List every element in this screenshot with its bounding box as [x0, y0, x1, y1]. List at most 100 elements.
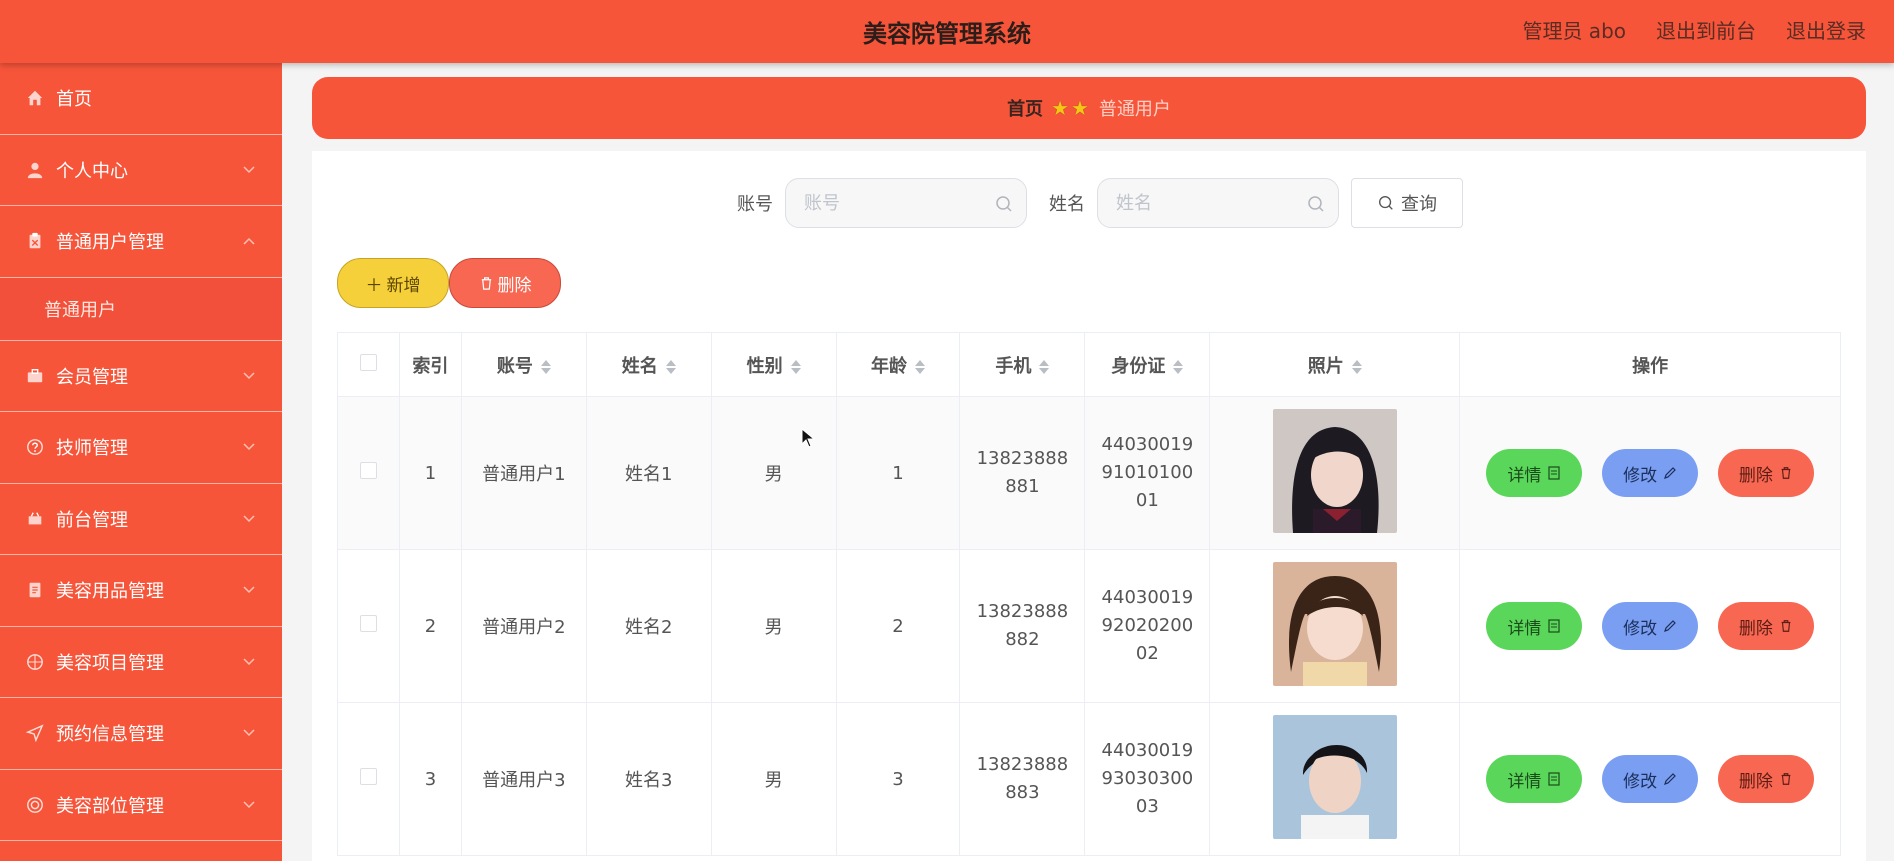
- sort-icon[interactable]: [540, 359, 551, 375]
- chevron-down-icon: [243, 165, 255, 173]
- detail-button-label: 详情: [1507, 771, 1542, 792]
- header-actions: 操作: [1459, 332, 1841, 397]
- edit-button-label: 修改: [1623, 771, 1658, 792]
- toolbar: ＋ 新增 删除: [337, 258, 561, 308]
- delete-button[interactable]: 删除: [1717, 755, 1814, 803]
- sidebar-item-appointment-management[interactable]: 预约信息管理: [0, 698, 282, 770]
- sidebar-item-body-parts-management[interactable]: 美容部位管理: [0, 770, 282, 841]
- sidebar-item-user-management[interactable]: 普通用户管理: [0, 206, 282, 278]
- user-photo[interactable]: [1272, 714, 1397, 839]
- header-phone[interactable]: 手机: [959, 332, 1086, 397]
- row-checkbox[interactable]: [359, 462, 377, 479]
- cart-icon: [24, 508, 46, 530]
- sort-icon[interactable]: [665, 359, 676, 375]
- account-search-input[interactable]: [786, 179, 1026, 227]
- sidebar-item-label: 会员管理: [56, 366, 128, 388]
- sort-icon[interactable]: [1039, 359, 1050, 375]
- sort-icon[interactable]: [790, 359, 801, 375]
- breadcrumb-home[interactable]: 首页: [1007, 95, 1043, 121]
- help-circle-icon: [24, 436, 46, 458]
- admin-user-label: 管理员 abo: [1522, 19, 1626, 43]
- detail-button[interactable]: 详情: [1486, 755, 1583, 803]
- detail-button[interactable]: 详情: [1486, 602, 1583, 650]
- sidebar-item-member-management[interactable]: 会员管理: [0, 341, 282, 412]
- select-cell: [337, 549, 400, 703]
- phone-value: 13823888881: [976, 448, 1069, 497]
- select-all-checkbox[interactable]: [359, 353, 377, 371]
- id-card-value: 440300199101010001: [1101, 434, 1194, 511]
- detail-button-label: 详情: [1507, 618, 1542, 639]
- sidebar-subitem-regular-users[interactable]: 普通用户: [0, 277, 282, 341]
- add-button-label: 新增: [386, 275, 421, 296]
- sidebar-item-label: 美容项目管理: [56, 652, 164, 674]
- sidebar-item-personal-center[interactable]: 个人中心: [0, 135, 282, 206]
- delete-button[interactable]: 删除: [1717, 449, 1814, 497]
- plus-icon: ＋: [365, 275, 383, 296]
- exit-to-front-link[interactable]: 退出到前台: [1656, 15, 1756, 44]
- select-cell: [337, 702, 400, 856]
- sidebar-item-beauty-products-management[interactable]: 美容用品管理: [0, 555, 282, 627]
- edit-button[interactable]: 修改: [1602, 755, 1699, 803]
- chevron-up-icon: [243, 237, 255, 245]
- age-cell: 1: [835, 396, 961, 550]
- pencil-icon: [1664, 620, 1676, 632]
- chevron-down-icon: [243, 729, 255, 737]
- sidebar-item-beauty-projects-management[interactable]: 美容项目管理: [0, 627, 282, 698]
- pencil-icon: [1664, 467, 1676, 479]
- top-nav: 管理员 abo 退出到前台 退出登录: [1522, 15, 1866, 44]
- header-name[interactable]: 姓名: [585, 332, 712, 397]
- sort-icon[interactable]: [914, 359, 925, 375]
- sidebar-item-technician-management[interactable]: 技师管理: [0, 412, 282, 484]
- row-checkbox[interactable]: [359, 615, 377, 632]
- id-card-value: 440300199303030003: [1101, 740, 1194, 817]
- content-panel: 账号 姓名 查询 ＋ 新增 删除: [312, 151, 1866, 861]
- chevron-down-icon: [243, 514, 255, 522]
- chevron-down-icon: [243, 800, 255, 808]
- detail-button-label: 详情: [1507, 465, 1542, 486]
- chevron-down-icon: [243, 657, 255, 665]
- batch-delete-button[interactable]: 删除: [449, 258, 561, 308]
- id-card-cell: 440300199202020002: [1084, 549, 1211, 703]
- sidebar-item-label: 预约信息管理: [56, 724, 164, 746]
- sidebar-subitem-label: 普通用户: [44, 299, 116, 321]
- sidebar-item-home[interactable]: 首页: [0, 63, 282, 135]
- gender-cell: 男: [710, 396, 837, 550]
- edit-button[interactable]: 修改: [1602, 449, 1699, 497]
- edit-button[interactable]: 修改: [1602, 602, 1699, 650]
- sort-icon[interactable]: [1351, 359, 1362, 375]
- sidebar-item-label: 普通用户管理: [56, 232, 164, 254]
- header-photo[interactable]: 照片: [1209, 332, 1461, 397]
- main-content: 首页 ★★ 普通用户 账号 姓名 查询 ＋ 新增: [282, 63, 1894, 861]
- briefcase-icon: [24, 365, 46, 387]
- detail-button[interactable]: 详情: [1486, 449, 1583, 497]
- document-icon: [1548, 619, 1560, 633]
- sidebar-item-label: 前台管理: [56, 509, 128, 531]
- header-gender[interactable]: 性别: [710, 332, 837, 397]
- id-card-cell: 440300199303030003: [1084, 702, 1211, 856]
- user-icon: [24, 159, 46, 181]
- user-photo[interactable]: [1272, 408, 1397, 533]
- header-id-card[interactable]: 身份证: [1084, 332, 1211, 397]
- chevron-down-icon: [243, 443, 255, 451]
- trash-icon: [1781, 467, 1791, 479]
- account-cell: 普通用户2: [460, 549, 587, 703]
- header-label: 姓名: [621, 355, 658, 377]
- age-cell: 2: [835, 549, 961, 703]
- account-cell: 普通用户3: [460, 702, 587, 856]
- header-age[interactable]: 年龄: [835, 332, 961, 397]
- query-button[interactable]: 查询: [1351, 178, 1463, 228]
- user-photo[interactable]: [1272, 561, 1397, 686]
- index-cell: 2: [398, 549, 462, 703]
- delete-button[interactable]: 删除: [1717, 602, 1814, 650]
- header-label: 照片: [1307, 355, 1344, 377]
- name-search-input[interactable]: [1098, 179, 1338, 227]
- sort-icon[interactable]: [1173, 359, 1184, 375]
- header-account[interactable]: 账号: [460, 332, 587, 397]
- select-cell: [337, 396, 400, 550]
- logout-link[interactable]: 退出登录: [1786, 15, 1866, 44]
- add-button[interactable]: ＋ 新增: [337, 258, 449, 308]
- sidebar-item-front-desk-management[interactable]: 前台管理: [0, 484, 282, 555]
- actions-cell: 详情 修改 删除: [1459, 396, 1841, 550]
- sidebar-item-label: 首页: [56, 89, 92, 111]
- row-checkbox[interactable]: [359, 768, 377, 785]
